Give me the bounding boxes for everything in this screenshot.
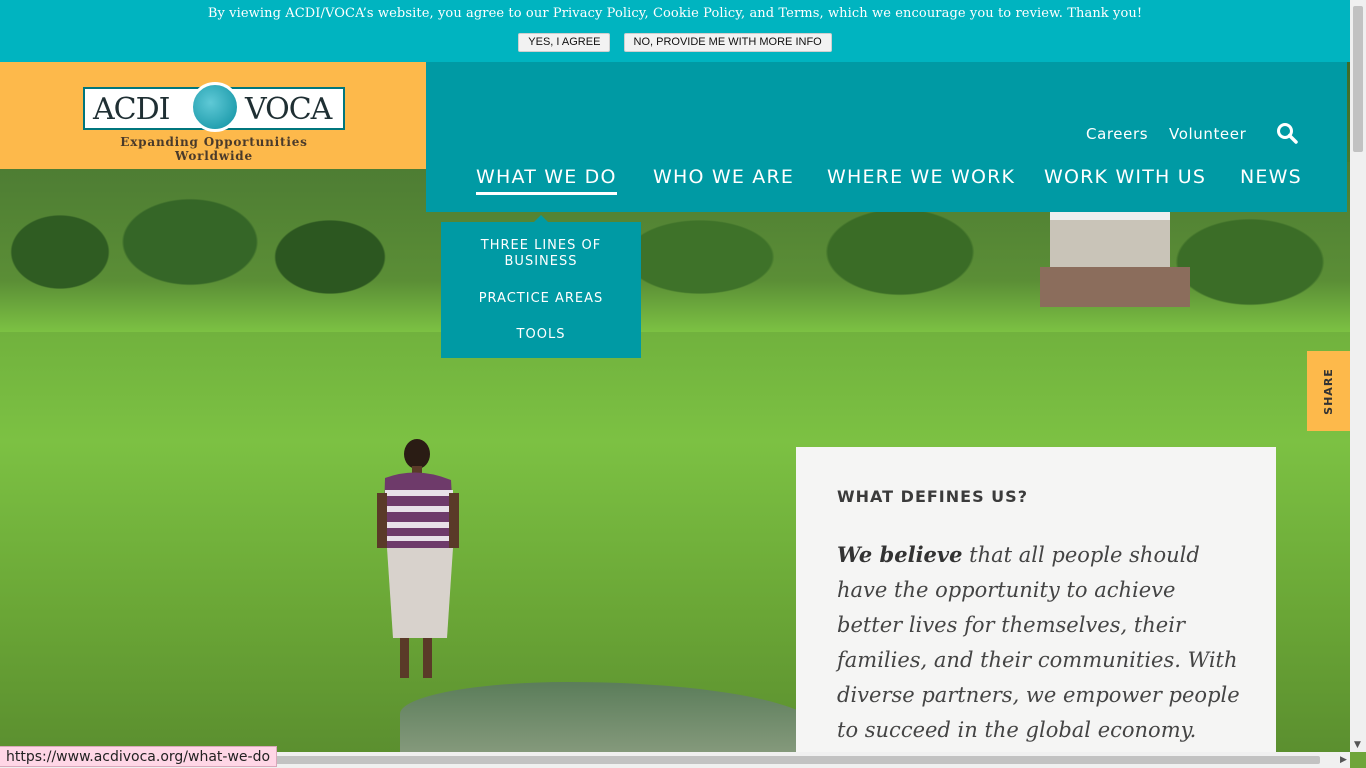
cookie-buttons: YES, I AGREE NO, PROVIDE ME WITH MORE IN… xyxy=(0,30,1350,52)
nav-news[interactable]: NEWS xyxy=(1240,166,1302,192)
card-heading: WHAT DEFINES US? xyxy=(837,487,1028,506)
dropdown-item-practice-areas[interactable]: PRACTICE AREAS xyxy=(471,291,611,307)
logo-right-word: VOCA xyxy=(245,92,332,127)
nav-work-with-us[interactable]: WORK WITH US xyxy=(1044,166,1206,192)
more-info-button[interactable]: NO, PROVIDE ME WITH MORE INFO xyxy=(623,33,832,52)
water-puddle xyxy=(400,682,820,752)
logo-tagline: Expanding Opportunities Worldwide xyxy=(120,135,308,163)
nav-who-we-are[interactable]: WHO WE ARE xyxy=(653,166,794,192)
globe-icon xyxy=(190,82,240,132)
card-text: that all people should have the opportun… xyxy=(837,543,1240,742)
defines-us-card: WHAT DEFINES US? We believe that all peo… xyxy=(796,447,1276,752)
what-we-do-dropdown: THREE LINES OF BUSINESS PRACTICE AREAS T… xyxy=(441,215,641,358)
dropdown-item-three-lines-of-business[interactable]: THREE LINES OF BUSINESS xyxy=(471,238,611,270)
dropdown-item-tools[interactable]: TOOLS xyxy=(471,327,611,343)
scroll-right-icon[interactable]: ▶ xyxy=(1340,755,1347,765)
card-body: We believe that all people should have t… xyxy=(837,537,1247,748)
nav-what-we-do[interactable]: WHAT WE DO xyxy=(476,166,617,195)
farmer-figure xyxy=(377,439,459,678)
volunteer-link[interactable]: Volunteer xyxy=(1169,125,1246,143)
logo-left-word: ACDI xyxy=(93,92,171,127)
card-lead: We believe xyxy=(837,542,963,567)
careers-link[interactable]: Careers xyxy=(1086,125,1148,143)
share-tab[interactable]: SHARE xyxy=(1307,351,1350,431)
vertical-scrollbar[interactable]: ▼ xyxy=(1350,0,1366,752)
nav-where-we-work[interactable]: WHERE WE WORK xyxy=(827,166,1015,192)
search-icon[interactable] xyxy=(1276,122,1298,144)
vertical-scroll-thumb[interactable] xyxy=(1353,6,1363,152)
agree-button[interactable]: YES, I AGREE xyxy=(518,33,611,52)
dropdown-caret xyxy=(534,215,548,222)
scroll-down-icon[interactable]: ▼ xyxy=(1354,740,1361,750)
share-label: SHARE xyxy=(1322,367,1336,415)
cookie-message: By viewing ACDI/VOCA’s website, you agre… xyxy=(207,6,1143,21)
logo-area[interactable]: ACDI VOCA Expanding Opportunities Worldw… xyxy=(0,62,426,169)
main-navigation: Careers Volunteer WHAT WE DO WHO WE ARE … xyxy=(426,62,1347,212)
house-lower xyxy=(1040,267,1190,307)
status-bar-url: https://www.acdivoca.org/what-we-do xyxy=(0,746,278,767)
cookie-consent-bar: By viewing ACDI/VOCA’s website, you agre… xyxy=(0,0,1350,62)
